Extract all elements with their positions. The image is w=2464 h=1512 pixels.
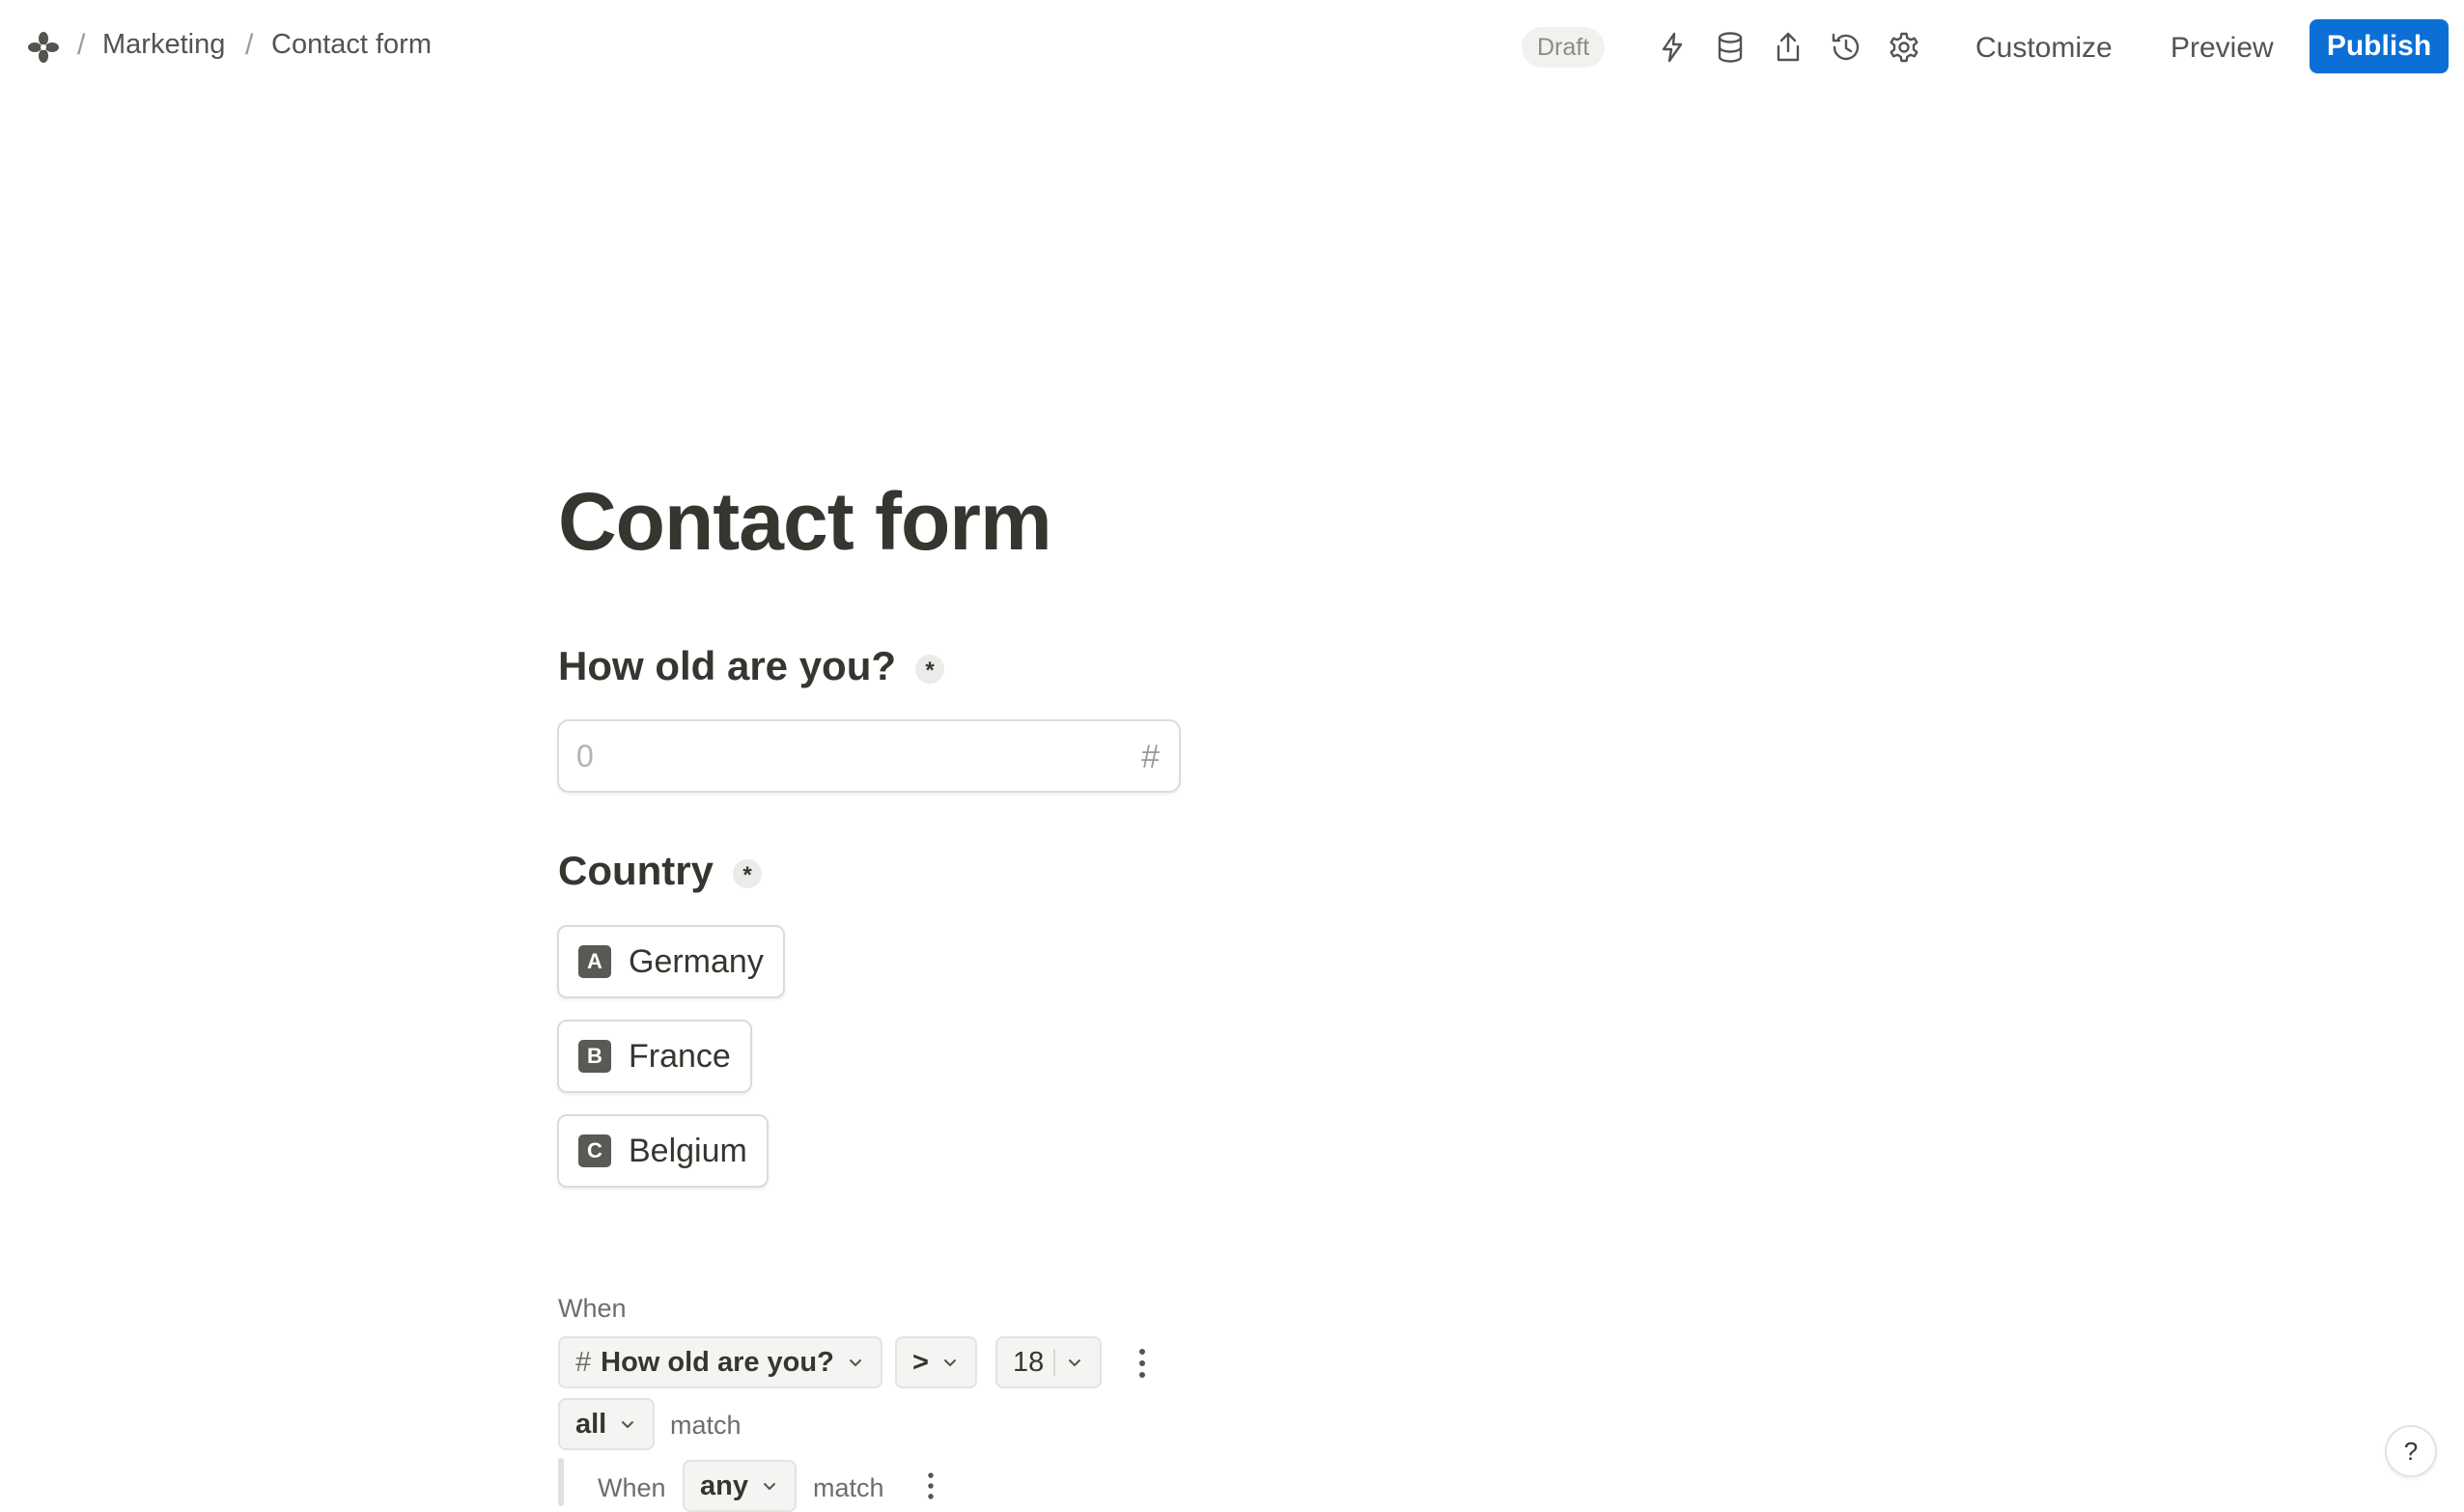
- question-title: How old are you?: [558, 643, 897, 688]
- breadcrumb-separator: /: [77, 29, 86, 61]
- history-icon[interactable]: [1829, 30, 1863, 65]
- lightning-icon[interactable]: [1655, 30, 1690, 65]
- condition-value-input[interactable]: 18: [995, 1336, 1103, 1388]
- chevron-down-icon: [622, 1421, 634, 1428]
- breadcrumb-item-contact-form[interactable]: Contact form: [271, 29, 432, 61]
- preview-button[interactable]: Preview: [2170, 27, 2274, 70]
- status-badge: Draft: [1522, 27, 1606, 68]
- choice-label: France: [629, 1037, 731, 1075]
- customize-button[interactable]: Customize: [1975, 27, 2113, 70]
- gear-icon[interactable]: [1887, 30, 1921, 65]
- choice-key-badge: A: [578, 945, 611, 978]
- condition-field-label: How old are you?: [601, 1346, 834, 1378]
- chevron-down-icon: [763, 1483, 775, 1490]
- workspace-logo-icon[interactable]: [27, 31, 60, 64]
- question-label-age[interactable]: How old are you? *: [558, 643, 945, 689]
- chevron-down-icon: [943, 1359, 956, 1366]
- choice-option-france[interactable]: B France: [557, 1020, 752, 1093]
- share-icon[interactable]: [1771, 30, 1806, 65]
- condition-operator-label: >: [912, 1346, 929, 1378]
- required-asterisk-icon: *: [733, 858, 762, 888]
- divider: [1053, 1349, 1056, 1376]
- nested-match-label: match: [813, 1473, 884, 1502]
- number-type-icon: #: [575, 1346, 592, 1378]
- condition-operator-select[interactable]: >: [895, 1336, 977, 1388]
- question-title: Country: [558, 848, 714, 893]
- choice-label: Belgium: [629, 1132, 747, 1169]
- publish-button[interactable]: Publish: [2310, 19, 2449, 73]
- database-icon[interactable]: [1713, 30, 1748, 65]
- question-label-country[interactable]: Country *: [558, 848, 762, 894]
- choice-label: Germany: [629, 942, 764, 980]
- group-more-menu-icon[interactable]: [916, 1467, 945, 1509]
- match-mode-label: all: [575, 1408, 607, 1440]
- match-mode-select[interactable]: all: [558, 1398, 656, 1450]
- condition-field-select[interactable]: # How old are you?: [558, 1336, 882, 1388]
- chevron-down-icon: [1069, 1359, 1081, 1366]
- breadcrumb-separator: /: [245, 29, 254, 61]
- choice-option-belgium[interactable]: C Belgium: [557, 1114, 769, 1188]
- help-button[interactable]: ?: [2385, 1425, 2437, 1477]
- age-number-field[interactable]: #: [557, 719, 1181, 793]
- condition-value: 18: [1013, 1346, 1045, 1378]
- age-input[interactable]: [576, 735, 1098, 777]
- choice-key-badge: B: [578, 1040, 611, 1073]
- number-type-icon: #: [1141, 739, 1160, 775]
- chevron-down-icon: [849, 1359, 861, 1366]
- choice-option-germany[interactable]: A Germany: [557, 925, 785, 998]
- nested-match-mode-select[interactable]: any: [683, 1460, 797, 1512]
- choice-key-badge: C: [578, 1134, 611, 1167]
- top-bar: / Marketing / Contact form Draft Customi…: [0, 0, 2464, 97]
- logic-when-label: When: [558, 1294, 627, 1323]
- form-title[interactable]: Contact form: [558, 475, 1052, 569]
- condition-group-indicator: [558, 1458, 564, 1506]
- required-asterisk-icon: *: [915, 654, 945, 684]
- nested-when-label: When: [598, 1473, 666, 1502]
- nested-match-mode-label: any: [700, 1470, 748, 1501]
- match-label: match: [670, 1411, 742, 1440]
- breadcrumb-item-marketing[interactable]: Marketing: [102, 29, 225, 61]
- condition-more-menu-icon[interactable]: [1128, 1342, 1157, 1385]
